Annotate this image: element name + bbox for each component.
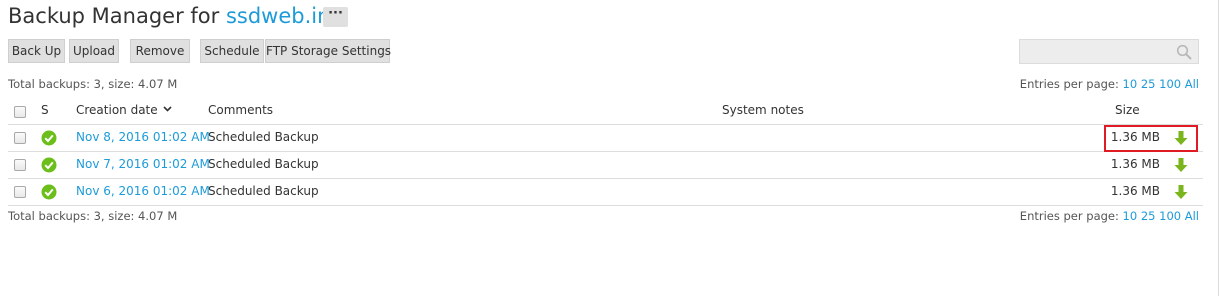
table-row[interactable]: Nov 7, 2016 01:02 AM Scheduled Backup 1.…: [0, 152, 1219, 178]
per-page-all-link[interactable]: All: [1185, 77, 1199, 91]
upload-button[interactable]: Upload: [69, 39, 119, 63]
creation-date-column-header[interactable]: Creation date: [76, 103, 173, 117]
ftp-storage-settings-button[interactable]: FTP Storage Settings: [265, 39, 391, 63]
total-backups-summary-top: Total backups: 3, size: 4.07 M: [8, 77, 178, 91]
size-column-header[interactable]: Size: [1115, 103, 1140, 117]
success-check-icon: [41, 184, 57, 200]
row-checkbox[interactable]: [14, 159, 26, 171]
row-checkbox[interactable]: [14, 132, 26, 144]
per-page-10-link[interactable]: 10: [1123, 209, 1138, 223]
status-column-header[interactable]: S: [41, 103, 49, 117]
entries-per-page-bottom: Entries per page: 10 25 100 All: [1020, 209, 1199, 223]
download-icon[interactable]: [1174, 157, 1188, 173]
entries-per-page-label: Entries per page:: [1019, 209, 1119, 223]
per-page-25-link[interactable]: 25: [1141, 77, 1156, 91]
backup-size: 1.36 MB: [1110, 184, 1160, 198]
remove-button[interactable]: Remove: [130, 39, 190, 63]
table-row[interactable]: Nov 6, 2016 01:02 AM Scheduled Backup 1.…: [0, 179, 1219, 205]
entries-per-page-top: Entries per page: 10 25 100 All: [1020, 77, 1199, 91]
row-checkbox[interactable]: [14, 186, 26, 198]
creation-date-link[interactable]: Nov 7, 2016 01:02 AM: [76, 157, 210, 171]
page-title: Backup Manager for ssdweb.in: [8, 4, 330, 28]
creation-date-header-label: Creation date: [76, 103, 158, 117]
success-check-icon: [41, 157, 57, 173]
site-link[interactable]: ssdweb.in: [226, 4, 330, 28]
per-page-10-link[interactable]: 10: [1123, 77, 1138, 91]
creation-date-link[interactable]: Nov 6, 2016 01:02 AM: [76, 184, 210, 198]
per-page-100-link[interactable]: 100: [1159, 209, 1181, 223]
entries-per-page-label: Entries per page:: [1019, 77, 1119, 91]
table-bottom-divider: [8, 205, 1203, 206]
comment-text: Scheduled Backup: [208, 157, 319, 171]
creation-date-link[interactable]: Nov 8, 2016 01:02 AM: [76, 130, 210, 144]
per-page-100-link[interactable]: 100: [1159, 77, 1181, 91]
back-up-button[interactable]: Back Up: [8, 39, 65, 63]
comment-text: Scheduled Backup: [208, 184, 319, 198]
highlight-box: [1104, 125, 1198, 152]
schedule-button[interactable]: Schedule: [200, 39, 264, 63]
backup-size: 1.36 MB: [1110, 157, 1160, 171]
total-backups-summary-bottom: Total backups: 3, size: 4.07 M: [8, 209, 178, 223]
select-all-checkbox[interactable]: [14, 106, 26, 118]
more-options-button[interactable]: ···: [323, 7, 348, 27]
system-notes-column-header[interactable]: System notes: [722, 103, 804, 117]
download-icon[interactable]: [1174, 184, 1188, 200]
search-icon[interactable]: [1176, 44, 1192, 60]
search-input[interactable]: [1019, 39, 1199, 64]
table-row[interactable]: Nov 8, 2016 01:02 AM Scheduled Backup 1.…: [0, 125, 1219, 151]
per-page-all-link[interactable]: All: [1185, 209, 1199, 223]
chevron-down-icon: [163, 106, 173, 112]
success-check-icon: [41, 130, 57, 146]
page-title-prefix: Backup Manager for: [8, 4, 226, 28]
comments-column-header[interactable]: Comments: [208, 103, 273, 117]
per-page-25-link[interactable]: 25: [1141, 209, 1156, 223]
comment-text: Scheduled Backup: [208, 130, 319, 144]
